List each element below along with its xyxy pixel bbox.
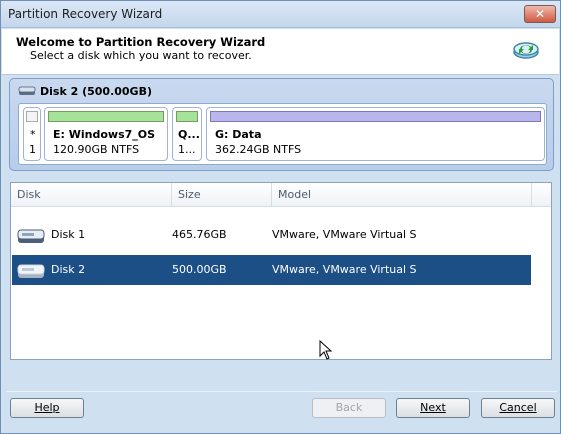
partition-block-g[interactable]: G: Data 362.24GB NTFS [206, 107, 545, 161]
partition-name: * [30, 128, 36, 141]
partition-info: 120.90GB NTFS [53, 143, 140, 156]
cancel-button[interactable]: Cancel [481, 398, 555, 418]
disk-list-header: Disk Size Model [11, 183, 551, 207]
hard-disk-icon [17, 229, 45, 243]
title-bar[interactable]: Partition Recovery Wizard ✕ [1, 1, 560, 28]
partition-usage-bar [210, 111, 541, 122]
column-header-size[interactable]: Size [172, 183, 272, 207]
back-button-label: Back [335, 401, 363, 414]
partition-info: 1... [178, 143, 196, 156]
hard-disk-icon [18, 86, 36, 95]
disk-model: VMware, VMware Virtual S [272, 263, 417, 276]
close-button[interactable]: ✕ [524, 5, 556, 23]
cancel-button-label: Cancel [499, 401, 537, 414]
partition-name: G: Data [215, 128, 262, 141]
column-header-disk[interactable]: Disk [11, 183, 172, 207]
column-header-model[interactable]: Model [272, 183, 532, 207]
partition-block-unallocated[interactable]: * 1 [23, 107, 41, 161]
partition-usage-bar [26, 111, 38, 122]
partition-block-q[interactable]: Q... 1... [172, 107, 202, 161]
table-row[interactable]: Disk 1 465.76GB VMware, VMware Virtual S [12, 220, 531, 250]
disk-map-label: Disk 2 (500.00GB) [40, 85, 152, 98]
table-row-selected[interactable]: Disk 2 500.00GB VMware, VMware Virtual S [12, 255, 531, 285]
header-title: Welcome to Partition Recovery Wizard [16, 35, 266, 49]
disk-name: Disk 2 [51, 263, 86, 276]
hard-disk-icon [17, 264, 45, 278]
disk-list[interactable]: Disk Size Model Disk 1 465.76GB VMware, … [10, 182, 552, 360]
mouse-cursor-icon [319, 340, 333, 360]
disk-size: 465.76GB [172, 228, 227, 241]
partition-recovery-wizard-window: Partition Recovery Wizard ✕ Welcome to P… [0, 0, 561, 434]
wizard-header: Welcome to Partition Recovery Wizard Sel… [2, 29, 559, 75]
partition-usage-bar [176, 111, 198, 122]
back-button[interactable]: Back [312, 398, 386, 418]
partition-info: 1 [29, 143, 36, 156]
disk-size: 500.00GB [172, 263, 227, 276]
help-button-label: Help [34, 401, 60, 414]
window-title: Partition Recovery Wizard [8, 7, 163, 21]
recovery-icon [513, 42, 539, 59]
header-subtitle: Select a disk which you want to recover. [30, 49, 252, 62]
partition-name: Q... [178, 128, 200, 141]
footer-divider [6, 391, 557, 392]
next-button[interactable]: Next [396, 398, 470, 418]
partition-usage-bar [48, 111, 164, 122]
disk-name: Disk 1 [51, 228, 86, 241]
disk-model: VMware, VMware Virtual S [272, 228, 417, 241]
partition-name: E: Windows7_OS [53, 128, 156, 141]
partition-bar: * 1 E: Windows7_OS 120.90GB NTFS Q... 1.… [18, 103, 547, 165]
partition-block-e[interactable]: E: Windows7_OS 120.90GB NTFS [44, 107, 168, 161]
help-button[interactable]: Help [10, 398, 84, 418]
disk-map: Disk 2 (500.00GB) * 1 E: Windows7_OS 120… [9, 78, 554, 171]
next-button-label: Next [420, 401, 446, 414]
partition-info: 362.24GB NTFS [215, 143, 302, 156]
